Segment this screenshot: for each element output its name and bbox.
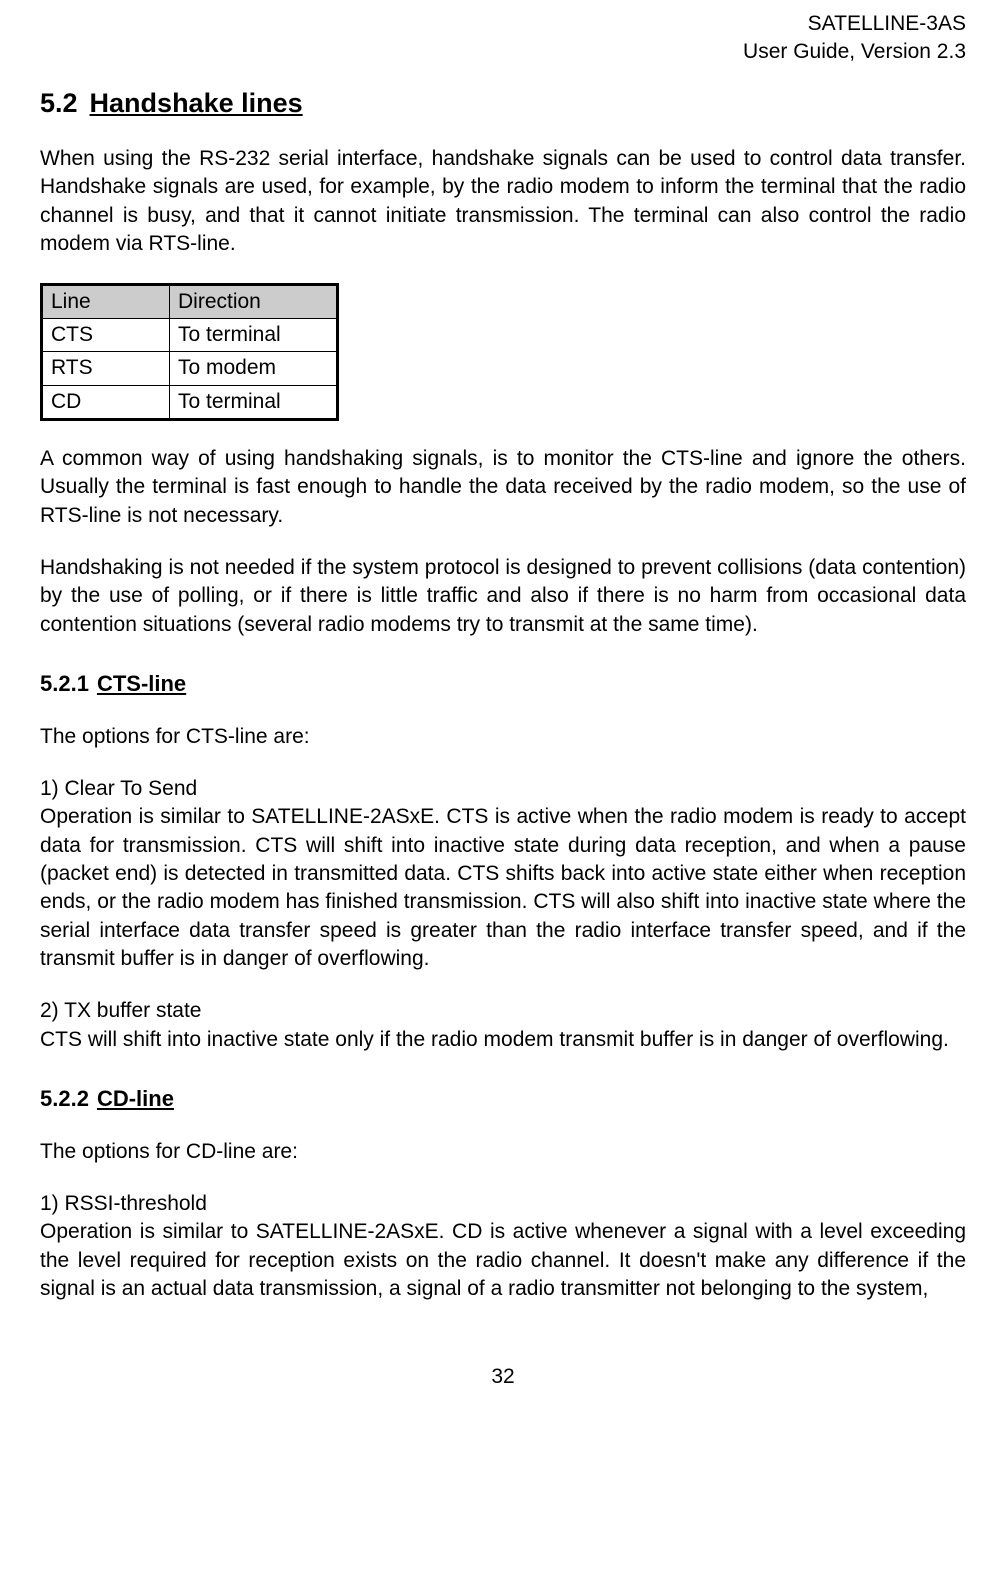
para-intro: When using the RS-232 serial interface, … — [40, 145, 966, 258]
heading-5-2: 5.2 Handshake lines — [40, 85, 966, 121]
cts-intro: The options for CTS-line are: — [40, 723, 966, 751]
cd-option-1: 1) RSSI-threshold Operation is similar t… — [40, 1190, 966, 1303]
header-right: SATELLINE-3AS User Guide, Version 2.3 — [40, 10, 966, 67]
cts-option-1-body: Operation is similar to SATELLINE-2ASxE.… — [40, 805, 966, 970]
header-line2: User Guide, Version 2.3 — [743, 40, 966, 63]
table-cell: To terminal — [170, 318, 338, 351]
cts-option-2-body: CTS will shift into inactive state only … — [40, 1028, 949, 1051]
cts-option-1-label: 1) Clear To Send — [40, 777, 197, 800]
table-row: RTS To modem — [42, 352, 338, 385]
cd-option-1-label: 1) RSSI-threshold — [40, 1192, 207, 1215]
table-cell: To terminal — [170, 385, 338, 419]
table-row: CTS To terminal — [42, 318, 338, 351]
handshake-table: Line Direction CTS To terminal RTS To mo… — [40, 283, 339, 421]
heading-5-2-2-num: 5.2.2 — [40, 1084, 89, 1114]
table-cell: To modem — [170, 352, 338, 385]
heading-5-2-num: 5.2 — [40, 85, 78, 121]
table-header-direction: Direction — [170, 284, 338, 318]
table-header-row: Line Direction — [42, 284, 338, 318]
table-cell: RTS — [42, 352, 170, 385]
table-cell: CD — [42, 385, 170, 419]
para-common: A common way of using handshaking signal… — [40, 445, 966, 530]
table-header-line: Line — [42, 284, 170, 318]
cts-option-2-label: 2) TX buffer state — [40, 999, 201, 1022]
header-line1: SATELLINE-3AS — [808, 12, 966, 35]
heading-5-2-1: 5.2.1 CTS-line — [40, 669, 966, 699]
heading-5-2-1-num: 5.2.1 — [40, 669, 89, 699]
cts-option-2: 2) TX buffer state CTS will shift into i… — [40, 997, 966, 1054]
heading-5-2-title: Handshake lines — [90, 88, 303, 118]
cd-option-1-body: Operation is similar to SATELLINE-2ASxE.… — [40, 1220, 966, 1300]
heading-5-2-2: 5.2.2 CD-line — [40, 1084, 966, 1114]
para-handshaking-not-needed: Handshaking is not needed if the system … — [40, 554, 966, 639]
heading-5-2-2-title: CD-line — [97, 1086, 174, 1111]
table-row: CD To terminal — [42, 385, 338, 419]
heading-5-2-1-title: CTS-line — [97, 671, 186, 696]
cd-intro: The options for CD-line are: — [40, 1138, 966, 1166]
page-number: 32 — [40, 1363, 966, 1391]
table-cell: CTS — [42, 318, 170, 351]
cts-option-1: 1) Clear To Send Operation is similar to… — [40, 775, 966, 973]
